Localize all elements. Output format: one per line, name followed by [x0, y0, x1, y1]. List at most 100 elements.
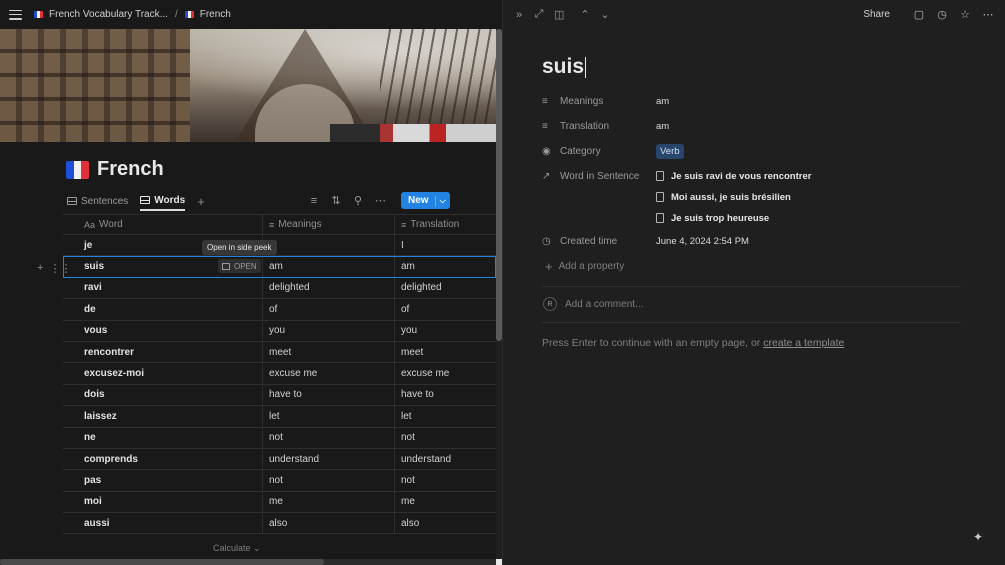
table-row[interactable]: dois have to have to — [63, 384, 496, 407]
cell-meanings[interactable]: also — [263, 513, 395, 534]
cell-meanings[interactable]: delighted — [263, 277, 395, 299]
table-row[interactable]: suis am am OPEN — [63, 256, 496, 278]
cell-word[interactable]: aussi — [63, 513, 263, 534]
column-header-word[interactable]: Aa Word — [63, 215, 263, 234]
column-header-translation[interactable]: ≡ Translation — [395, 215, 496, 234]
scrollbar-thumb[interactable] — [0, 559, 324, 565]
property-label[interactable]: Translation — [560, 121, 609, 132]
open-button[interactable]: OPEN — [218, 259, 261, 274]
next-page-icon[interactable]: ⌄ — [600, 8, 610, 21]
cell-meanings[interactable]: meet — [263, 341, 395, 363]
cell-translation[interactable]: also — [395, 513, 496, 533]
sidebar-menu-icon[interactable] — [9, 9, 22, 20]
add-property-button[interactable]: + Add a property — [545, 259, 624, 274]
filter-icon[interactable]: ≡ — [309, 195, 319, 207]
cell-translation[interactable]: not — [395, 428, 496, 448]
cell-word[interactable]: ravi — [63, 277, 263, 299]
cell-meanings[interactable]: me — [263, 491, 395, 513]
cell-word[interactable]: pas — [63, 470, 263, 491]
property-label[interactable]: Meanings — [560, 96, 603, 107]
table-row[interactable]: je I — [63, 235, 496, 257]
table-row[interactable]: ravi delighted delighted — [63, 277, 496, 300]
cell-word[interactable]: moi — [63, 491, 263, 513]
table-row[interactable]: ne not not — [63, 427, 496, 449]
column-header-meanings[interactable]: ≡ Meanings — [263, 215, 395, 234]
more-options-icon[interactable]: ⋯ — [375, 194, 386, 207]
cell-meanings[interactable]: excuse me — [263, 363, 395, 384]
cell-word[interactable]: vous — [63, 320, 263, 341]
cell-translation[interactable]: am — [395, 256, 496, 276]
add-row-icon[interactable]: + — [37, 262, 43, 275]
tab-sentences[interactable]: Sentences — [67, 191, 128, 211]
property-label[interactable]: Category — [560, 146, 601, 157]
related-sentence-link[interactable]: Moi aussi, je suis brésilien — [656, 189, 791, 205]
ai-sparkle-icon[interactable]: ✦ — [969, 528, 987, 546]
previous-page-icon[interactable]: ⌃ — [580, 8, 590, 21]
cell-word[interactable]: rencontrer — [63, 341, 263, 363]
cell-translation[interactable]: understand — [395, 449, 496, 469]
share-button[interactable]: Share — [863, 9, 890, 20]
property-label[interactable]: Word in Sentence — [560, 171, 639, 182]
cell-translation[interactable]: excuse me — [395, 363, 496, 383]
star-icon[interactable]: ☆ — [959, 8, 971, 21]
expand-icon[interactable]: ⤢ — [534, 8, 544, 21]
add-view-button[interactable]: + — [197, 194, 205, 209]
cell-translation[interactable]: have to — [395, 385, 496, 405]
table-row[interactable]: comprends understand understand — [63, 448, 496, 471]
cell-word[interactable]: comprends — [63, 448, 263, 470]
cell-word[interactable]: excusez-moi — [63, 363, 263, 384]
breadcrumb-workspace[interactable]: French Vocabulary Track... — [49, 9, 168, 20]
search-icon[interactable]: ⚲ — [353, 194, 363, 207]
table-row[interactable]: aussi also also — [63, 513, 496, 535]
cell-translation[interactable]: delighted — [395, 278, 496, 298]
cell-meanings[interactable]: not — [263, 470, 395, 491]
cell-translation[interactable]: let — [395, 406, 496, 426]
table-row[interactable]: pas not not — [63, 470, 496, 492]
cell-meanings[interactable]: you — [263, 320, 395, 341]
cell-word[interactable]: laissez — [63, 406, 263, 427]
horizontal-scrollbar[interactable] — [0, 559, 502, 565]
property-value[interactable]: am — [656, 96, 669, 107]
table-row[interactable]: de of of — [63, 299, 496, 321]
cell-word[interactable]: de — [63, 299, 263, 320]
peek-page-title[interactable]: suis — [542, 55, 587, 79]
create-template-link[interactable]: create a template — [763, 337, 844, 349]
page-title[interactable]: French — [97, 158, 164, 181]
comment-input[interactable]: R Add a comment... — [543, 297, 643, 311]
cell-translation[interactable]: not — [395, 470, 496, 490]
cell-meanings[interactable]: have to — [263, 384, 395, 406]
cell-translation[interactable]: I — [395, 235, 496, 255]
table-row[interactable]: laissez let let — [63, 406, 496, 428]
cell-meanings[interactable]: am — [263, 256, 395, 277]
cell-translation[interactable]: of — [395, 299, 496, 319]
peek-mode-icon[interactable]: ◫ — [554, 8, 564, 21]
cell-meanings[interactable]: let — [263, 406, 395, 427]
table-row[interactable]: moi me me — [63, 491, 496, 514]
table-row[interactable]: rencontrer meet meet — [63, 341, 496, 364]
property-value[interactable]: am — [656, 121, 669, 132]
cell-word[interactable]: dois — [63, 384, 263, 406]
chevron-down-icon[interactable]: ⌵ — [434, 195, 450, 206]
cell-meanings[interactable]: not — [263, 427, 395, 448]
close-peek-icon[interactable]: » — [514, 9, 524, 21]
cell-translation[interactable]: meet — [395, 342, 496, 362]
more-options-icon[interactable]: ⋯ — [982, 8, 994, 21]
tab-words[interactable]: Words — [140, 191, 186, 211]
cell-meanings[interactable] — [263, 235, 395, 256]
property-label[interactable]: Created time — [560, 236, 617, 247]
related-sentence-link[interactable]: Je suis trop heureuse — [656, 210, 769, 226]
history-icon[interactable]: ◷ — [936, 8, 948, 21]
table-row[interactable]: vous you you — [63, 320, 496, 342]
calculate-button[interactable]: Calculate ⌄ — [213, 543, 261, 554]
cell-meanings[interactable]: of — [263, 299, 395, 320]
sort-icon[interactable]: ⇅ — [331, 194, 341, 207]
new-button[interactable]: New ⌵ — [401, 192, 450, 209]
cell-meanings[interactable]: understand — [263, 448, 395, 470]
comment-icon[interactable]: ▢ — [913, 8, 925, 21]
category-tag[interactable]: Verb — [656, 143, 684, 159]
related-sentence-link[interactable]: Je suis ravi de vous rencontrer — [656, 168, 811, 184]
cell-translation[interactable]: you — [395, 321, 496, 341]
breadcrumb-page[interactable]: French — [200, 9, 231, 20]
table-row[interactable]: excusez-moi excuse me excuse me — [63, 363, 496, 385]
cell-translation[interactable]: me — [395, 492, 496, 512]
